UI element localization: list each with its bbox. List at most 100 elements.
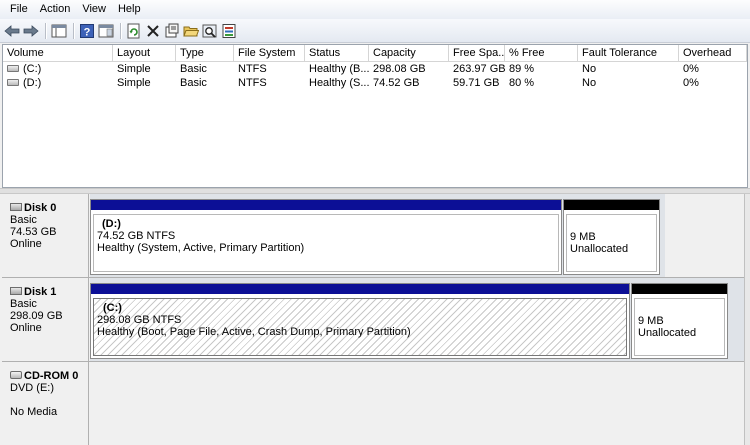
cell-layout: Simple [117,63,151,75]
properties-icon[interactable] [97,22,115,40]
volume-name: (D:) [23,77,42,89]
column-volume[interactable]: Volume [3,45,113,61]
disk-type: Basic [10,214,37,226]
volume-name: (C:) [23,63,42,75]
column-fault-tolerance[interactable]: Fault Tolerance [578,45,679,61]
column-free-space[interactable]: Free Spa... [449,45,505,61]
menu-file[interactable]: File [4,0,34,19]
delete-icon[interactable] [144,22,162,40]
drive-icon [7,64,19,72]
menu-help[interactable]: Help [112,0,147,19]
cell-percent-free: 80 % [509,77,535,89]
disk-size: 298.09 GB [10,310,63,322]
help-icon[interactable]: ? [78,22,96,40]
column-file-system[interactable]: File System [234,45,305,61]
partition-status: Unallocated [638,327,697,339]
disk-0-partitions: (D:) 74.52 GB NTFS Healthy (System, Acti… [90,194,665,277]
volume-list[interactable]: Volume Layout Type File System Status Ca… [2,44,748,188]
partition-body: 9 MB Unallocated [634,298,725,356]
properties-sheet-icon[interactable] [163,22,181,40]
disk-name: CD-ROM 0 [24,370,79,382]
partition-bar [91,284,629,294]
disk-type: DVD (E:) [10,382,54,394]
partition-bar [91,200,561,210]
disk-0-label[interactable]: Disk 0 Basic 74.53 GB Online [2,194,89,277]
toolbar: ? [0,19,750,43]
export-list-icon[interactable] [220,22,238,40]
forward-icon[interactable] [22,22,40,40]
disk-name: Disk 1 [24,286,57,298]
cell-type: Basic [180,77,207,89]
disk-map: Disk 0 Basic 74.53 GB Online (D:) 74.52 … [2,194,744,445]
column-overhead[interactable]: Overhead [679,45,747,61]
disk-name: Disk 0 [24,202,57,214]
cell-file-system: NTFS [238,77,267,89]
cell-status: Healthy (B... [309,63,369,75]
partition-body-selected: (C:) 298.08 GB NTFS Healthy (Boot, Page … [93,298,627,356]
column-type[interactable]: Type [176,45,234,61]
partition-d[interactable]: (D:) 74.52 GB NTFS Healthy (System, Acti… [90,199,562,275]
column-status[interactable]: Status [305,45,369,61]
menu-bar: File Action View Help [0,0,750,19]
open-icon[interactable] [182,22,200,40]
partition-c[interactable]: (C:) 298.08 GB NTFS Healthy (Boot, Page … [90,283,630,359]
cell-capacity: 298.08 GB [373,63,426,75]
disk-1-partitions: (C:) 298.08 GB NTFS Healthy (Boot, Page … [90,278,744,361]
explore-icon[interactable] [201,22,219,40]
volume-list-header: Volume Layout Type File System Status Ca… [3,45,747,62]
cell-free-space: 263.97 GB [453,63,505,75]
cell-volume: (C:) [3,62,113,76]
disk-type: Basic [10,298,37,310]
back-icon[interactable] [3,22,21,40]
table-row[interactable]: (C:) Simple Basic NTFS Healthy (B... 298… [3,62,747,76]
cell-type: Basic [180,63,207,75]
cell-free-space: 59.71 GB [453,77,500,89]
partition-name: (D:) [102,218,121,230]
drive-icon [7,78,19,86]
svg-text:?: ? [84,26,91,38]
disk-state: Online [10,238,42,250]
column-layout[interactable]: Layout [113,45,176,61]
partition-status: Healthy (System, Active, Primary Partiti… [97,242,305,254]
partition-size: 74.52 GB NTFS [97,230,176,242]
partition-name: (C:) [103,302,122,314]
disk-size: 74.53 GB [10,226,57,238]
cell-volume: (D:) [3,76,113,90]
disk-row-cdrom: CD-ROM 0 DVD (E:) No Media [2,362,744,445]
menu-view[interactable]: View [76,0,112,19]
cell-status: Healthy (S... [309,77,369,89]
show-hide-tree-icon[interactable] [50,22,68,40]
disk-icon [10,203,22,212]
cell-overhead: 0% [683,63,699,75]
disk-state: No Media [10,406,58,418]
partition-bar [564,200,659,210]
partition-body: 9 MB Unallocated [566,214,657,272]
column-capacity[interactable]: Capacity [369,45,449,61]
disk-state: Online [10,322,42,334]
cell-file-system: NTFS [238,63,267,75]
partition-unallocated[interactable]: 9 MB Unallocated [563,199,660,275]
vertical-scrollbar[interactable] [744,194,750,445]
refresh-icon[interactable] [125,22,143,40]
partition-size: 298.08 GB NTFS [97,314,182,326]
cdrom-icon [10,371,22,380]
partition-size: 9 MB [638,315,664,327]
cdrom-0-area [90,362,744,445]
column-percent-free[interactable]: % Free [505,45,578,61]
partition-bar [632,284,727,294]
cell-layout: Simple [117,77,151,89]
disk-1-label[interactable]: Disk 1 Basic 298.09 GB Online [2,278,89,361]
cell-percent-free: 89 % [509,63,535,75]
cdrom-0-label[interactable]: CD-ROM 0 DVD (E:) No Media [2,362,89,445]
partition-body: (D:) 74.52 GB NTFS Healthy (System, Acti… [93,214,559,272]
toolbar-separator [73,22,74,39]
toolbar-separator [120,22,121,39]
disk-row-0: Disk 0 Basic 74.53 GB Online (D:) 74.52 … [2,194,744,278]
menu-action[interactable]: Action [34,0,77,19]
toolbar-separator [45,22,46,39]
partition-unallocated[interactable]: 9 MB Unallocated [631,283,728,359]
partition-status: Unallocated [570,243,629,255]
table-row[interactable]: (D:) Simple Basic NTFS Healthy (S... 74.… [3,76,747,90]
partition-size: 9 MB [570,231,596,243]
